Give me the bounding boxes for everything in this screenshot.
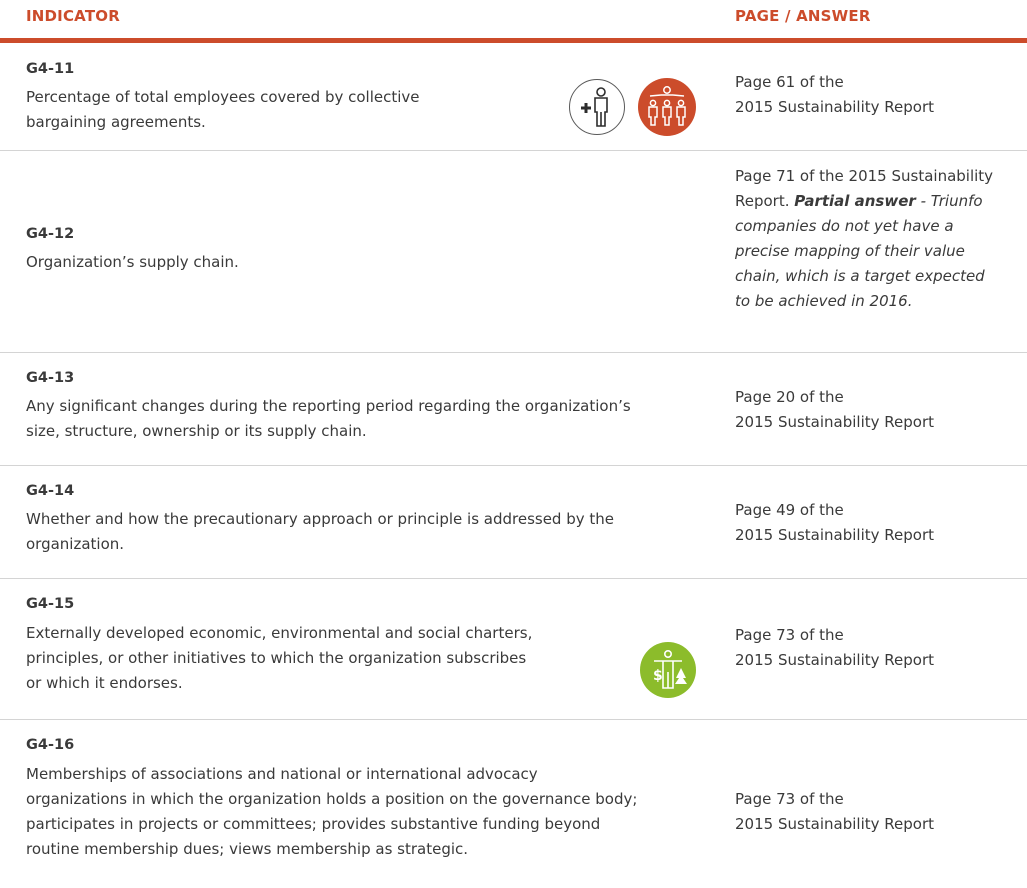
description-line: organizations in which the organization … — [26, 790, 638, 808]
answer-cell: Page 49 of the 2015 Sustainability Repor… — [735, 498, 1025, 548]
description-line: bargaining agreements. — [26, 113, 206, 131]
svg-text:$: $ — [653, 668, 663, 684]
indicator-description: Percentage of total employees covered by… — [26, 85, 420, 135]
answer-line: Page 20 of the — [735, 388, 844, 406]
employees-group-icon — [638, 78, 696, 136]
answer-line: 2015 Sustainability Report — [735, 815, 934, 833]
answer-line: 2015 Sustainability Report — [735, 413, 934, 431]
indicator-code: G4-12 — [26, 226, 75, 242]
answer-line: to be achieved in 2016. — [735, 292, 913, 310]
indicator-description: Whether and how the precautionary approa… — [26, 507, 614, 557]
indicator-description: Memberships of associations and national… — [26, 762, 637, 862]
answer-line: Report. Partial answer - Triunfo — [735, 192, 983, 210]
table-row: G4-15 Externally developed economic, env… — [0, 579, 1027, 720]
description-line: routine membership dues; views membershi… — [26, 840, 469, 858]
description-line: participates in projects or committees; … — [26, 815, 601, 833]
person-plus-icon — [569, 79, 625, 135]
answer-line: Page 73 of the — [735, 626, 844, 644]
description-line: Organization’s supply chain. — [26, 253, 239, 271]
description-line: Any significant changes during the repor… — [26, 397, 631, 415]
description-line: or which it endorses. — [26, 674, 183, 692]
description-line: Externally developed economic, environme… — [26, 624, 533, 642]
answer-line: Page 73 of the — [735, 790, 844, 808]
description-line: size, structure, ownership or its supply… — [26, 422, 367, 440]
answer-cell: Page 20 of the 2015 Sustainability Repor… — [735, 385, 1025, 435]
answer-cell: Page 73 of the 2015 Sustainability Repor… — [735, 787, 1025, 837]
answer-cell: Page 61 of the 2015 Sustainability Repor… — [735, 70, 1025, 120]
description-line: organization. — [26, 535, 125, 553]
indicator-code: G4-11 — [26, 61, 75, 77]
answer-line: 2015 Sustainability Report — [735, 98, 934, 116]
answer-line: Page 61 of the — [735, 73, 844, 91]
indicator-description: Organization’s supply chain. — [26, 250, 239, 275]
economic-environment-balance-icon: $ — [640, 642, 696, 698]
answer-line: Page 71 of the 2015 Sustainability — [735, 167, 994, 185]
description-line: Memberships of associations and national… — [26, 765, 538, 783]
answer-cell: Page 71 of the 2015 Sustainability Repor… — [735, 164, 1025, 314]
table-row: G4-13 Any significant changes during the… — [0, 353, 1027, 466]
answer-line: chain, which is a target expected — [735, 267, 985, 285]
table-row: G4-14 Whether and how the precautionary … — [0, 466, 1027, 579]
indicator-code: G4-15 — [26, 596, 75, 612]
table-row: G4-16 Memberships of associations and na… — [0, 720, 1027, 888]
table-row: G4-11 Percentage of total employees cove… — [0, 43, 1027, 151]
answer-line: companies do not yet have a — [735, 217, 954, 235]
description-line: Whether and how the precautionary approa… — [26, 510, 615, 528]
indicator-column-header: INDICATOR — [26, 7, 120, 25]
table-header: INDICATOR PAGE / ANSWER — [0, 0, 1027, 43]
answer-line: 2015 Sustainability Report — [735, 526, 934, 544]
answer-line: Page 49 of the — [735, 501, 844, 519]
indicator-description: Externally developed economic, environme… — [26, 621, 532, 696]
answer-column-header: PAGE / ANSWER — [735, 7, 871, 25]
answer-line: 2015 Sustainability Report — [735, 651, 934, 669]
indicator-description: Any significant changes during the repor… — [26, 394, 631, 444]
answer-cell: Page 73 of the 2015 Sustainability Repor… — [735, 623, 1025, 673]
table-row: G4-12 Organization’s supply chain. Page … — [0, 151, 1027, 353]
indicator-code: G4-16 — [26, 737, 75, 753]
partial-answer-label: Partial answer — [794, 192, 916, 210]
answer-line: precise mapping of their value — [735, 242, 965, 260]
indicator-code: G4-14 — [26, 483, 75, 499]
description-line: Percentage of total employees covered by… — [26, 88, 420, 106]
indicator-code: G4-13 — [26, 370, 75, 386]
description-line: principles, or other initiatives to whic… — [26, 649, 527, 667]
